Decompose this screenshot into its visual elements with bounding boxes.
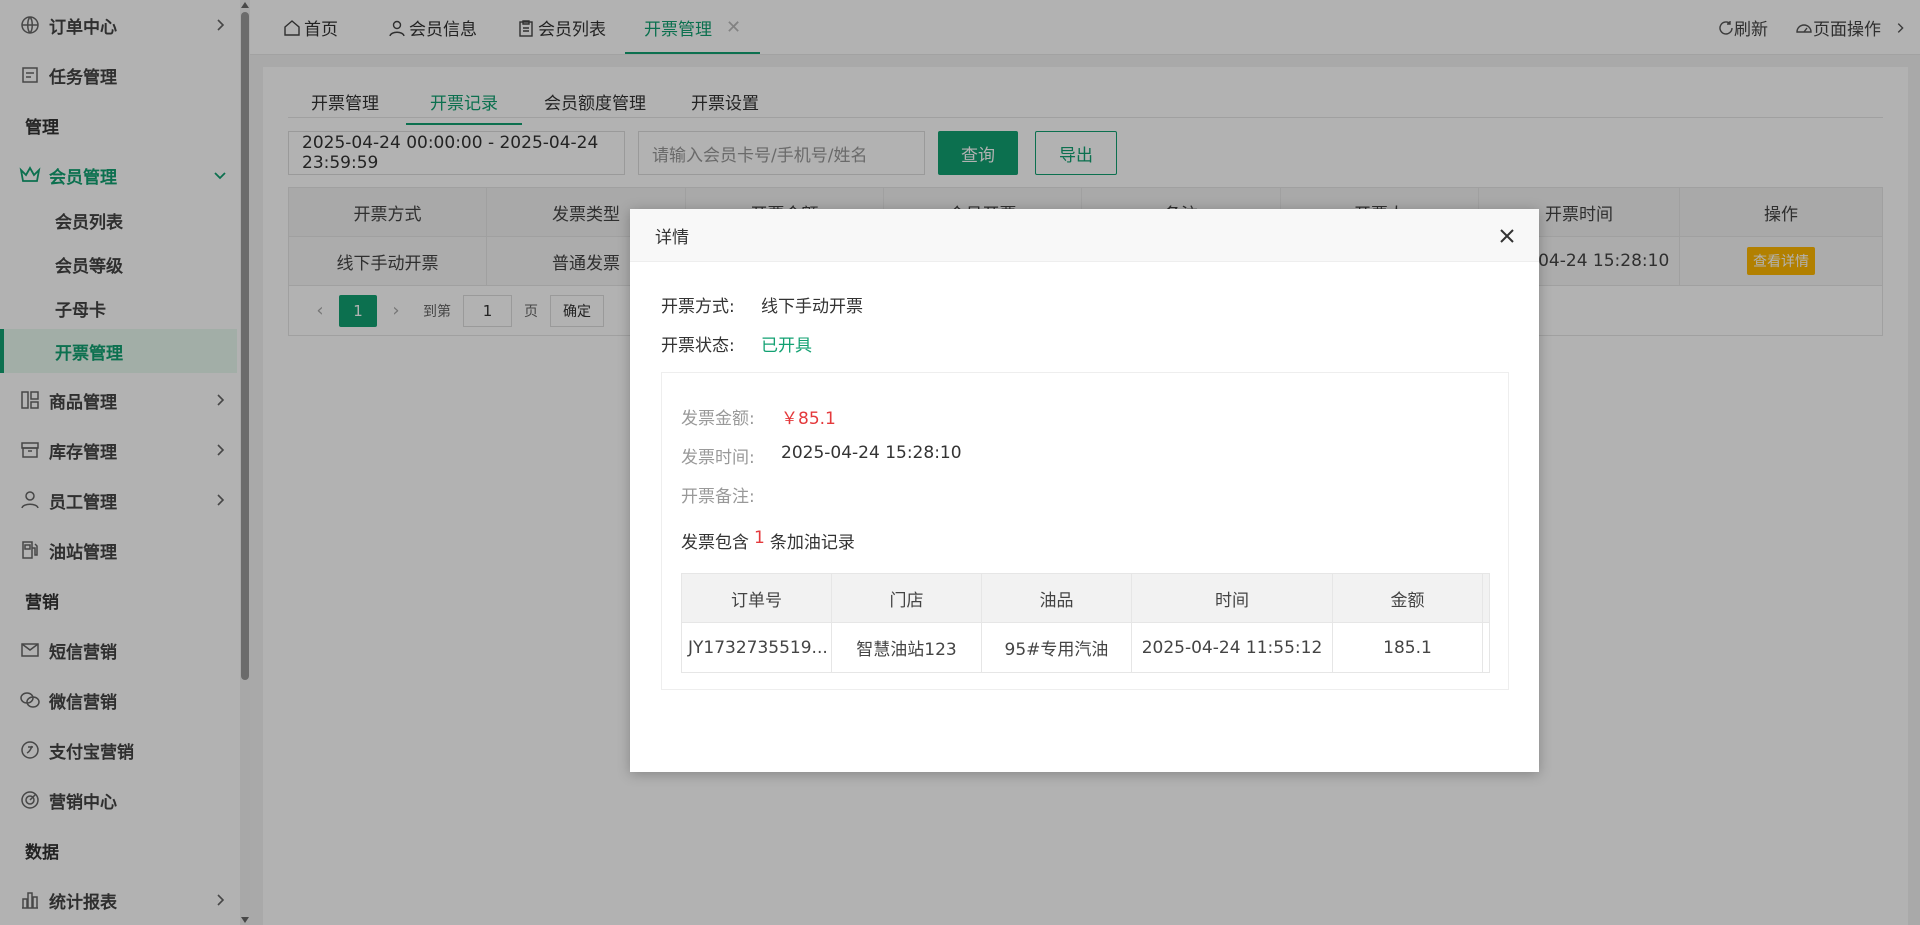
column-header: 门店 <box>832 574 982 622</box>
records-summary: 发票包含 1 条加油记录 <box>681 528 855 553</box>
table-cell: 智慧油站123 <box>832 623 982 672</box>
fuel-records-table: 订单号 门店 油品 时间 金额 JY1732735519... 智慧油站123 … <box>681 573 1490 673</box>
column-header: 时间 <box>1132 574 1333 622</box>
column-header: 订单号 <box>682 574 832 622</box>
time-row: 发票时间: 2025-04-24 15:28:10 <box>681 443 962 468</box>
remark-row: 开票备注: <box>681 487 755 507</box>
column-header: 金额 <box>1333 574 1483 622</box>
table-row: JY1732735519... 智慧油站123 95#专用汽油 2025-04-… <box>682 623 1489 672</box>
invoice-amount: ￥85.1 <box>781 409 836 429</box>
close-icon[interactable] <box>1497 226 1517 246</box>
table-cell: 2025-04-24 11:55:12 <box>1132 623 1333 672</box>
status-row: 开票状态: 已开具 <box>661 331 812 356</box>
column-header: 油品 <box>982 574 1132 622</box>
amount-row: 发票金额: ￥85.1 <box>681 404 836 429</box>
modal-title: 详情 <box>655 227 689 248</box>
invoice-detail-panel: 发票金额: ￥85.1 发票时间: 2025-04-24 15:28:10 开票… <box>661 372 1509 690</box>
detail-modal: 详情 开票方式: 线下手动开票 开票状态: 已开具 发票金额: ￥85.1 发票… <box>630 209 1539 772</box>
table-cell: 95#专用汽油 <box>982 623 1132 672</box>
records-count: 1 <box>754 528 765 548</box>
table-cell <box>1483 623 1489 672</box>
modal-header: 详情 <box>630 209 1539 262</box>
table-header: 订单号 门店 油品 时间 金额 <box>682 574 1489 623</box>
method-row: 开票方式: 线下手动开票 <box>661 297 863 317</box>
table-cell: JY1732735519... <box>682 623 832 672</box>
status-badge: 已开具 <box>761 336 812 356</box>
column-header <box>1483 574 1489 622</box>
table-cell: 185.1 <box>1333 623 1483 672</box>
